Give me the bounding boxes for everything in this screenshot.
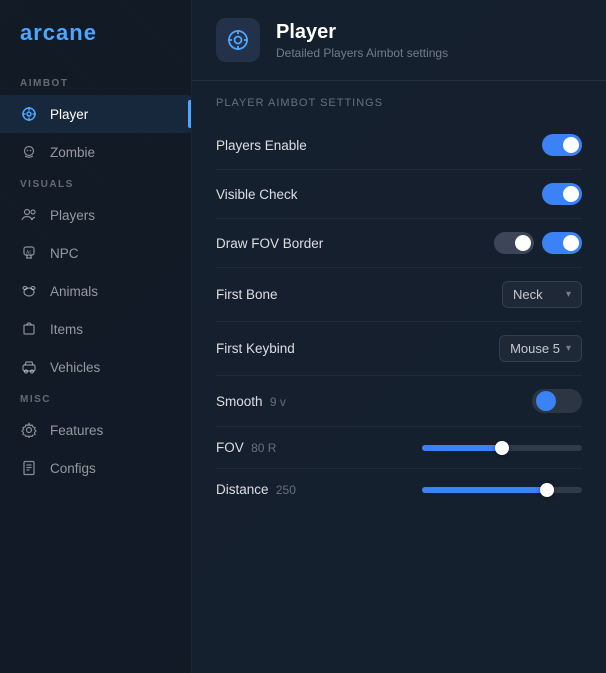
draw-fov-border-toggle-grey[interactable] bbox=[494, 232, 534, 254]
nav-label-features: Features bbox=[50, 423, 103, 438]
players-enable-label: Players Enable bbox=[216, 138, 307, 153]
sidebar-item-animals[interactable]: Animals bbox=[0, 272, 191, 310]
nav-label-animals: Animals bbox=[50, 284, 98, 299]
animals-icon bbox=[20, 282, 38, 300]
first-keybind-label: First Keybind bbox=[216, 341, 295, 356]
draw-fov-border-label: Draw FOV Border bbox=[216, 236, 323, 251]
section-label-visuals: VISUALS bbox=[0, 171, 191, 196]
setting-row-draw-fov-border: Draw FOV Border bbox=[216, 219, 582, 268]
header-text: Player Detailed Players Aimbot settings bbox=[276, 21, 448, 60]
first-keybind-chevron-icon: ▾ bbox=[566, 343, 571, 354]
nav-label-npc: NPC bbox=[50, 246, 79, 261]
fov-slider-fill bbox=[422, 445, 502, 451]
fov-slider[interactable] bbox=[422, 445, 582, 451]
main-content: Player Detailed Players Aimbot settings … bbox=[192, 0, 606, 673]
distance-slider-track bbox=[422, 487, 582, 493]
distance-slider-fill bbox=[422, 487, 547, 493]
distance-label: Distance 250 bbox=[216, 482, 296, 497]
sidebar-item-zombie[interactable]: Zombie bbox=[0, 133, 191, 171]
first-bone-chevron-icon: ▾ bbox=[566, 289, 571, 300]
page-subtitle: Detailed Players Aimbot settings bbox=[276, 46, 448, 60]
setting-row-distance: Distance 250 bbox=[216, 469, 582, 510]
app-logo: arcane bbox=[0, 20, 191, 70]
sidebar-item-player[interactable]: Player bbox=[0, 95, 191, 133]
first-bone-value: Neck bbox=[513, 287, 543, 302]
zombie-icon bbox=[20, 143, 38, 161]
section-label-misc: MISC bbox=[0, 386, 191, 411]
fov-slider-thumb[interactable] bbox=[495, 441, 509, 455]
sidebar-item-configs[interactable]: Configs bbox=[0, 449, 191, 487]
nav-label-items: Items bbox=[50, 322, 83, 337]
fov-label: FOV 80 R bbox=[216, 440, 276, 455]
settings-panel: Player Aimbot Settings Players Enable Vi… bbox=[192, 81, 606, 673]
sidebar-item-items[interactable]: Items bbox=[0, 310, 191, 348]
players-enable-toggle[interactable] bbox=[542, 134, 582, 156]
nav-label-vehicles: Vehicles bbox=[50, 360, 100, 375]
setting-row-first-keybind: First Keybind Mouse 5 ▾ bbox=[216, 322, 582, 376]
nav-label-zombie: Zombie bbox=[50, 145, 95, 160]
sidebar-item-npc[interactable]: AI NPC bbox=[0, 234, 191, 272]
draw-fov-border-toggle-blue[interactable] bbox=[542, 232, 582, 254]
features-gear-icon bbox=[20, 421, 38, 439]
visible-check-toggle[interactable] bbox=[542, 183, 582, 205]
first-keybind-value: Mouse 5 bbox=[510, 341, 560, 356]
smooth-label: Smooth 9 v bbox=[216, 394, 286, 409]
nav-label-configs: Configs bbox=[50, 461, 96, 476]
draw-fov-border-controls bbox=[494, 232, 582, 254]
smooth-toggle[interactable] bbox=[532, 389, 582, 413]
page-title: Player bbox=[276, 21, 448, 44]
fov-subval: 80 R bbox=[248, 441, 277, 455]
distance-subval: 250 bbox=[273, 483, 296, 497]
header-icon bbox=[216, 18, 260, 62]
first-bone-dropdown[interactable]: Neck ▾ bbox=[502, 281, 582, 308]
sidebar-item-features[interactable]: Features bbox=[0, 411, 191, 449]
setting-row-fov: FOV 80 R bbox=[216, 427, 582, 469]
sidebar-item-players[interactable]: Players bbox=[0, 196, 191, 234]
sidebar: arcane AIMBOT Player bbox=[0, 0, 192, 673]
visible-check-label: Visible Check bbox=[216, 187, 298, 202]
configs-file-icon bbox=[20, 459, 38, 477]
first-bone-label: First Bone bbox=[216, 287, 278, 302]
setting-row-first-bone: First Bone Neck ▾ bbox=[216, 268, 582, 322]
nav-label-player: Player bbox=[50, 107, 88, 122]
nav-label-players-visuals: Players bbox=[50, 208, 95, 223]
distance-slider-thumb[interactable] bbox=[540, 483, 554, 497]
sidebar-item-vehicles[interactable]: Vehicles bbox=[0, 348, 191, 386]
users-icon bbox=[20, 206, 38, 224]
setting-row-players-enable: Players Enable bbox=[216, 121, 582, 170]
section-label-aimbot: AIMBOT bbox=[0, 70, 191, 95]
distance-slider[interactable] bbox=[422, 487, 582, 493]
fov-slider-track bbox=[422, 445, 582, 451]
setting-row-smooth: Smooth 9 v bbox=[216, 376, 582, 427]
smooth-subval: 9 v bbox=[267, 395, 286, 409]
items-icon bbox=[20, 320, 38, 338]
setting-row-visible-check: Visible Check bbox=[216, 170, 582, 219]
settings-section-label: Player Aimbot Settings bbox=[216, 97, 582, 109]
first-keybind-dropdown[interactable]: Mouse 5 ▾ bbox=[499, 335, 582, 362]
vehicles-icon bbox=[20, 358, 38, 376]
npc-icon: AI bbox=[20, 244, 38, 262]
page-header: Player Detailed Players Aimbot settings bbox=[192, 0, 606, 81]
crosshair-icon bbox=[20, 105, 38, 123]
